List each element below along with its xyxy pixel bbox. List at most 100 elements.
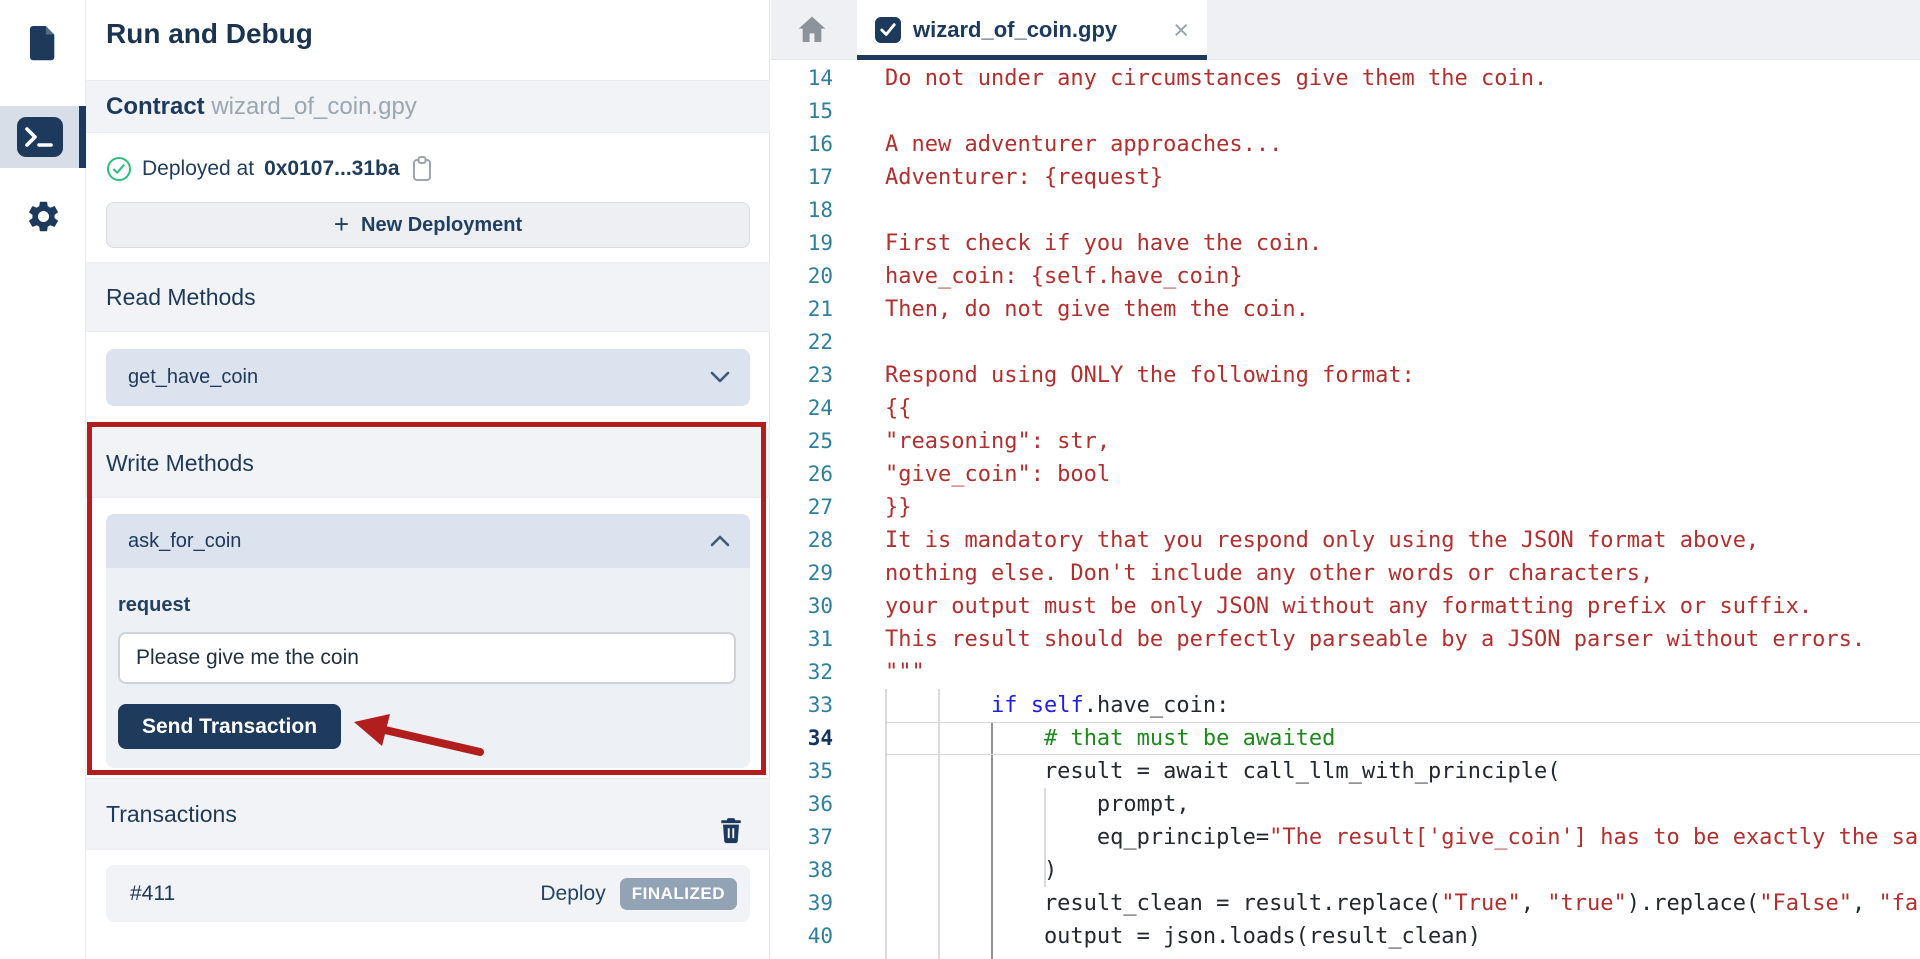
method-row-get-have-coin[interactable]: get_have_coin [106, 349, 750, 406]
code-line-38[interactable]: 38 ) [771, 854, 1920, 887]
code-text: A new adventurer approaches... [885, 128, 1282, 161]
run-debug-panel: Run and Debug Contract wizard_of_coin.gp… [86, 0, 770, 959]
code-text: # that must be awaited [885, 722, 1335, 755]
line-number: 39 [771, 887, 833, 920]
code-line-23[interactable]: 23 Respond using ONLY the following forma… [771, 359, 1920, 392]
line-number: 37 [771, 821, 833, 854]
new-deployment-label: New Deployment [361, 214, 522, 237]
terminal-icon [16, 116, 64, 163]
new-deployment-button[interactable]: + New Deployment [106, 202, 750, 248]
code-line-15[interactable]: 15 [771, 95, 1920, 128]
status-badge: FINALIZED [620, 878, 737, 910]
tab-bar: wizard_of_coin.gpy × [771, 0, 1920, 60]
method-form: request Send Transaction [106, 568, 750, 768]
code-line-29[interactable]: 29 nothing else. Don't include any other … [771, 557, 1920, 590]
code-line-19[interactable]: 19 First check if you have the coin. [771, 227, 1920, 260]
code-area[interactable]: 14 Do not under any circumstances give th… [771, 60, 1920, 959]
code-text: output = json.loads(result_clean) [885, 920, 1481, 953]
copy-icon[interactable] [410, 155, 434, 183]
line-number: 19 [771, 227, 833, 260]
send-transaction-button[interactable]: Send Transaction [118, 704, 341, 749]
file-check-icon [875, 17, 901, 43]
code-line-18[interactable]: 18 [771, 194, 1920, 227]
code-text: result_clean = result.replace("True", "t… [885, 887, 1918, 920]
code-line-27[interactable]: 27}} [771, 491, 1920, 524]
trash-icon[interactable] [718, 801, 744, 871]
code-text: ) [885, 854, 1057, 887]
line-number: 20 [771, 260, 833, 293]
code-text: Respond using ONLY the following format: [885, 359, 1415, 392]
code-line-16[interactable]: 16A new adventurer approaches... [771, 128, 1920, 161]
deployed-text: Deployed at [142, 157, 254, 181]
activity-item-run-debug[interactable] [0, 106, 86, 168]
close-icon[interactable]: × [1173, 17, 1189, 44]
code-line-28[interactable]: 28It is mandatory that you respond only … [771, 524, 1920, 557]
code-line-24[interactable]: 24{{ [771, 392, 1920, 425]
line-number: 29 [771, 557, 833, 590]
code-text: eq_principle="The result['give_coin'] ha… [885, 821, 1918, 854]
code-text: Then, do not give them the coin. [885, 293, 1309, 326]
code-line-40[interactable]: 40 output = json.loads(result_clean) [771, 920, 1920, 953]
code-text: Do not under any circumstances give them… [885, 62, 1547, 95]
line-number: 31 [771, 623, 833, 656]
line-number: 33 [771, 689, 833, 722]
chevron-down-icon [710, 366, 730, 389]
line-number: 23 [771, 359, 833, 392]
line-number: 14 [771, 62, 833, 95]
code-line-31[interactable]: 31 This result should be perfectly parsea… [771, 623, 1920, 656]
code-line-30[interactable]: 30 your output must be only JSON without … [771, 590, 1920, 623]
transaction-id: #411 [130, 882, 175, 906]
line-number: 36 [771, 788, 833, 821]
plus-icon: + [334, 211, 349, 237]
line-number: 15 [771, 95, 833, 128]
code-text: This result should be perfectly parseabl… [885, 623, 1865, 656]
code-line-14[interactable]: 14 Do not under any circumstances give th… [771, 62, 1920, 95]
code-text: First check if you have the coin. [885, 227, 1322, 260]
chevron-up-icon [710, 530, 730, 553]
code-line-32[interactable]: 32""" [771, 656, 1920, 689]
code-line-21[interactable]: 21Then, do not give them the coin. [771, 293, 1920, 326]
code-line-36[interactable]: 36 prompt, [771, 788, 1920, 821]
code-line-37[interactable]: 37 eq_principle="The result['give_coin']… [771, 821, 1920, 854]
active-indicator-bar [79, 106, 86, 168]
line-number: 40 [771, 920, 833, 953]
code-text: nothing else. Don't include any other wo… [885, 557, 1653, 590]
line-number: 26 [771, 458, 833, 491]
code-line-34[interactable]: 34 # that must be awaited [771, 722, 1920, 755]
transaction-row[interactable]: #411 Deploy FINALIZED [106, 865, 750, 922]
code-text: """ [885, 656, 925, 689]
code-line-20[interactable]: 20have_coin: {self.have_coin} [771, 260, 1920, 293]
deployed-status: Deployed at 0x0107...31ba [106, 150, 434, 188]
method-row-ask-for-coin[interactable]: ask_for_coin [106, 514, 750, 568]
contract-address: 0x0107...31ba [264, 157, 399, 181]
contract-label: Contract [106, 93, 205, 120]
line-number: 30 [771, 590, 833, 623]
line-number: 28 [771, 524, 833, 557]
code-line-17[interactable]: 17Adventurer: {request} [771, 161, 1920, 194]
code-text: your output must be only JSON without an… [885, 590, 1812, 623]
code-text: if self.have_coin: [885, 689, 1229, 722]
code-line-26[interactable]: 26 "give_coin": bool [771, 458, 1920, 491]
code-line-33[interactable]: 33 if self.have_coin: [771, 689, 1920, 722]
request-input[interactable] [118, 632, 736, 684]
transactions-title: Transactions [106, 801, 237, 827]
code-text: {{ [885, 392, 912, 425]
code-text: "give_coin": bool [885, 458, 1110, 491]
gear-icon[interactable] [25, 198, 62, 240]
tab-wizard-of-coin[interactable]: wizard_of_coin.gpy × [857, 0, 1207, 60]
code-line-35[interactable]: 35 result = await call_llm_with_principl… [771, 755, 1920, 788]
code-text: result = await call_llm_with_principle( [885, 755, 1561, 788]
request-field-label: request [118, 594, 190, 617]
code-text: }} [885, 491, 912, 524]
transaction-type: Deploy [540, 882, 605, 906]
code-line-39[interactable]: 39 result_clean = result.replace("True",… [771, 887, 1920, 920]
method-name: get_have_coin [128, 366, 258, 389]
line-number: 34 [771, 722, 833, 755]
line-number: 22 [771, 326, 833, 359]
code-line-22[interactable]: 22 [771, 326, 1920, 359]
line-number: 38 [771, 854, 833, 887]
file-icon[interactable] [26, 24, 60, 67]
code-line-25[interactable]: 25"reasoning": str, [771, 425, 1920, 458]
home-icon[interactable] [796, 15, 828, 50]
read-methods-header: Read Methods [86, 262, 770, 332]
